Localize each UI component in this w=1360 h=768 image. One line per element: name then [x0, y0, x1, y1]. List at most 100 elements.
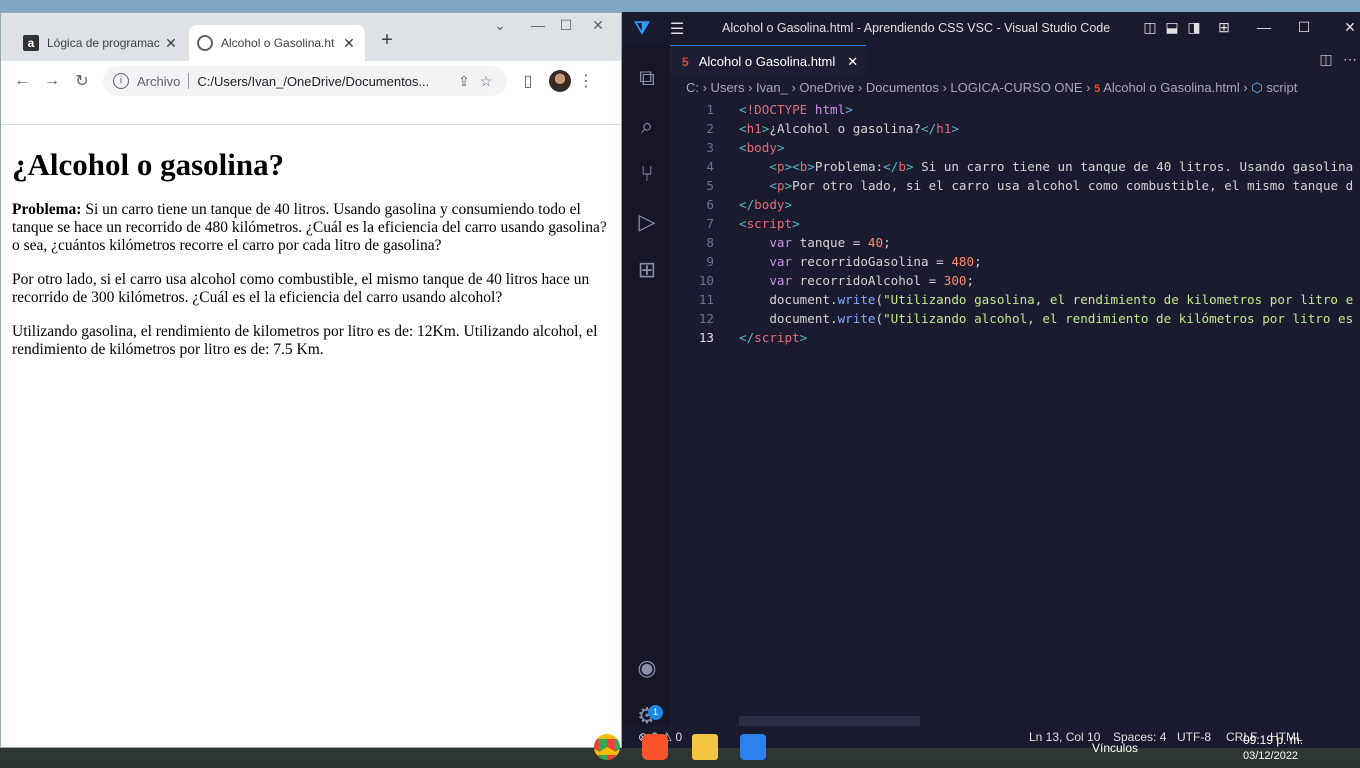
symbol-icon: ⬡: [1251, 80, 1263, 95]
code-text: <p><b>Problema:</b> Si un carro tiene un…: [769, 159, 1354, 174]
code-line: 7 <script>: [670, 214, 1360, 233]
split-editor-icon[interactable]: ◫: [1314, 51, 1338, 68]
toggle-panel-icon[interactable]: ⬓: [1160, 19, 1184, 36]
info-icon[interactable]: i: [113, 73, 129, 89]
code-text: document.write("Utilizando gasolina, el …: [739, 292, 1354, 307]
code-line: 4 <p><b>Problema:</b> Si un carro tiene …: [670, 157, 1360, 176]
code-text: </body>: [739, 197, 793, 212]
chrome-window: a Lógica de programac ✕ Alcohol o Gasoli…: [0, 12, 622, 748]
forward-icon[interactable]: →: [37, 66, 67, 96]
alcohol-paragraph: Por otro lado, si el carro usa alcohol c…: [12, 271, 590, 306]
script-output: Utilizando gasolina, el rendimiento de k…: [12, 323, 598, 358]
tab-strip: a Lógica de programac ✕ Alcohol o Gasoli…: [1, 13, 621, 61]
address-separator: [188, 73, 190, 89]
page-heading: ¿Alcohol o gasolina?: [12, 147, 285, 182]
explorer-icon[interactable]: ⧉: [634, 65, 660, 91]
code-text: var recorridoGasolina = 480;: [769, 254, 982, 269]
editor-tab-alcohol-gasolina[interactable]: 5 Alcohol o Gasolina.html ✕: [670, 45, 866, 77]
run-debug-icon[interactable]: ▷: [634, 209, 660, 235]
toggle-secondary-sidebar-icon[interactable]: ◨: [1182, 19, 1206, 36]
tab-alcohol-gasolina[interactable]: Alcohol o Gasolina.ht ✕: [189, 25, 365, 61]
source-control-icon[interactable]: ⑂: [634, 161, 660, 187]
address-url[interactable]: C:/Users/Ivan_/OneDrive/Documentos...: [197, 74, 453, 89]
problem-label: Problema:: [12, 201, 82, 218]
chrome-taskbar-icon[interactable]: [594, 734, 620, 760]
minimize-icon[interactable]: —: [525, 17, 551, 33]
minimize-icon[interactable]: —: [1252, 19, 1276, 35]
vscode-taskbar-icon[interactable]: [740, 734, 766, 760]
vscode-titlebar: ⧩ ☰ Alcohol o Gasolina.html - Aprendiend…: [622, 12, 1360, 45]
toggle-sidebar-icon[interactable]: ◫: [1138, 19, 1162, 36]
more-menu-icon[interactable]: ⋮: [571, 66, 601, 96]
close-editor-icon[interactable]: ✕: [847, 54, 858, 70]
cursor-position[interactable]: Ln 13, Col 10: [1029, 730, 1100, 744]
problem-paragraph: Problema: Si un carro tiene un tanque de…: [12, 201, 613, 255]
code-line: 9 var recorridoGasolina = 480;: [670, 252, 1360, 271]
tab-title: Lógica de programac: [47, 36, 160, 50]
code-line: 11 document.write("Utilizando gasolina, …: [670, 290, 1360, 309]
code-line: 13 </script>: [670, 328, 1360, 347]
hamburger-menu-icon[interactable]: ☰: [662, 19, 692, 39]
address-bar[interactable]: i Archivo C:/Users/Ivan_/OneDrive/Docume…: [103, 66, 507, 96]
customize-layout-icon[interactable]: ⊞: [1212, 19, 1236, 36]
breadcrumb-path[interactable]: C: › Users › Ivan_ › OneDrive › Document…: [686, 80, 1091, 95]
new-tab-button[interactable]: +: [375, 29, 399, 52]
code-text: <!DOCTYPE html>: [739, 102, 853, 117]
line-number: 2: [706, 121, 714, 136]
code-line: 5 <p>Por otro lado, si el carro usa alco…: [670, 176, 1360, 195]
reload-icon[interactable]: ↻: [67, 66, 97, 96]
clock-date[interactable]: 03/12/2022: [1243, 750, 1298, 762]
breadcrumb-file[interactable]: Alcohol o Gasolina.html: [1103, 80, 1240, 95]
line-number: 4: [706, 159, 714, 174]
side-panel-icon[interactable]: ▯: [513, 66, 543, 96]
code-text: </script>: [739, 330, 808, 345]
clock-time[interactable]: 09:19 p. m.: [1243, 733, 1303, 747]
address-scheme: Archivo: [137, 73, 181, 89]
vscode-window: ⧩ ☰ Alcohol o Gasolina.html - Aprendiend…: [622, 12, 1360, 748]
code-editor[interactable]: 1 <!DOCTYPE html> 2 <h1>¿Alcohol o gasolin…: [670, 100, 1360, 347]
accounts-icon[interactable]: ◉: [634, 655, 660, 681]
close-window-icon[interactable]: ✕: [1338, 19, 1360, 36]
tab-logica[interactable]: a Lógica de programac ✕: [15, 25, 187, 61]
code-line: 3 <body>: [670, 138, 1360, 157]
close-tab-icon[interactable]: ✕: [341, 35, 357, 52]
maximize-icon[interactable]: ☐: [1292, 19, 1316, 36]
profile-avatar[interactable]: [549, 70, 571, 92]
breadcrumb: C: › Users › Ivan_ › OneDrive › Document…: [686, 80, 1298, 95]
toolbar-divider: [1, 101, 621, 125]
code-line: 10 var recorridoAlcohol = 300;: [670, 271, 1360, 290]
share-icon[interactable]: ⇪: [453, 73, 475, 90]
line-number: 8: [706, 235, 714, 250]
line-number: 12: [698, 311, 714, 326]
code-text: var tanque = 40;: [769, 235, 891, 250]
links-toolbar[interactable]: Vínculos: [1092, 741, 1138, 755]
encoding[interactable]: UTF-8: [1177, 730, 1211, 744]
close-window-icon[interactable]: ✕: [585, 17, 611, 34]
brave-taskbar-icon[interactable]: [642, 734, 668, 760]
tab-title: Alcohol o Gasolina.ht: [221, 36, 335, 50]
browser-toolbar: ← → ↻ i Archivo C:/Users/Ivan_/OneDrive/…: [1, 61, 621, 101]
line-number: 11: [698, 292, 714, 307]
tab-search-icon[interactable]: ⌄: [487, 17, 513, 34]
back-icon[interactable]: ←: [7, 66, 37, 96]
code-text: <p>Por otro lado, si el carro usa alcoho…: [769, 178, 1354, 193]
code-line: 6 </body>: [670, 195, 1360, 214]
bookmark-star-icon[interactable]: ☆: [475, 73, 497, 90]
editor-tab-label: Alcohol o Gasolina.html: [698, 54, 836, 69]
file-explorer-taskbar-icon[interactable]: [692, 734, 718, 760]
activity-bar: ⧉ ⌕ ⑂ ▷ ⊞ ◉ ⚙: [622, 45, 670, 748]
line-number: 13: [698, 330, 714, 345]
html-file-icon: 5: [1094, 83, 1101, 95]
maximize-icon[interactable]: ☐: [553, 17, 579, 34]
search-icon[interactable]: ⌕: [634, 113, 660, 139]
code-text: var recorridoAlcohol = 300;: [769, 273, 975, 288]
close-tab-icon[interactable]: ✕: [163, 35, 179, 52]
line-number: 6: [706, 197, 714, 212]
code-text: document.write("Utilizando alcohol, el r…: [739, 311, 1354, 326]
breadcrumb-symbol[interactable]: script: [1266, 80, 1297, 95]
alura-favicon-icon: a: [23, 35, 39, 51]
line-number: 5: [706, 178, 714, 193]
more-actions-icon[interactable]: ⋯: [1338, 51, 1360, 68]
extensions-icon[interactable]: ⊞: [634, 257, 660, 283]
code-line: 12 document.write("Utilizando alcohol, e…: [670, 309, 1360, 328]
